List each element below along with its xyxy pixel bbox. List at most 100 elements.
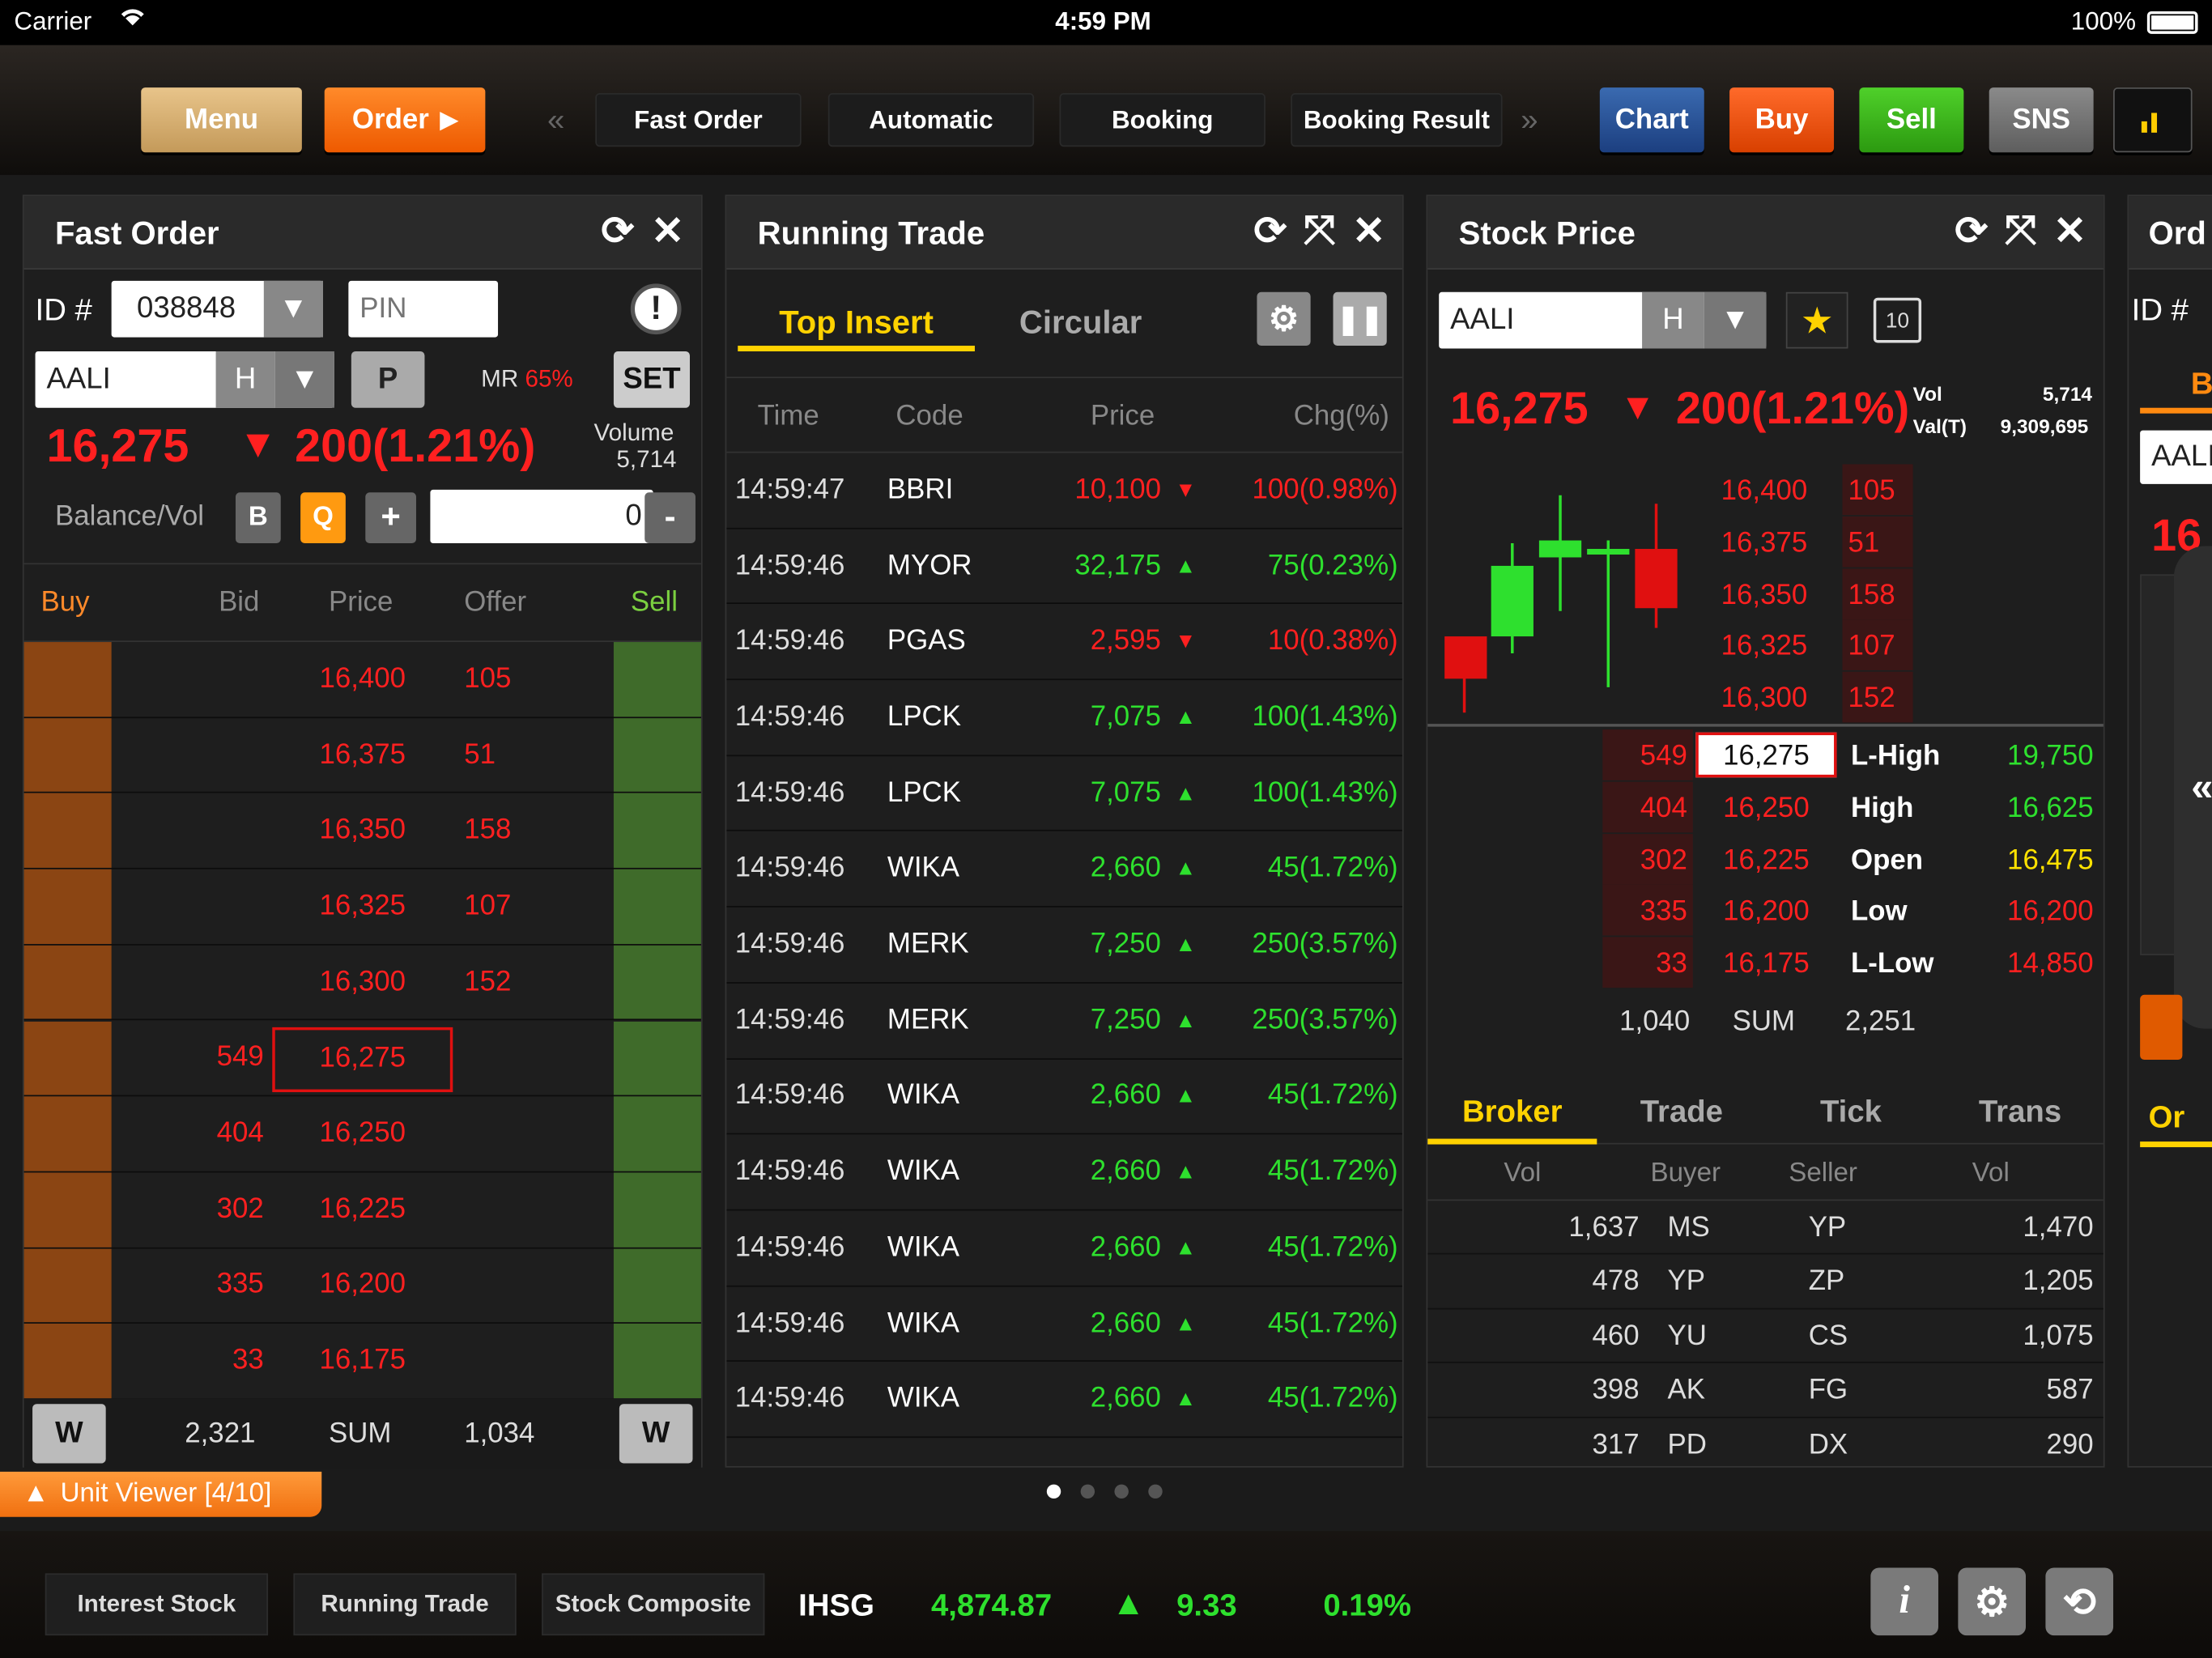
- depth-badge-icon[interactable]: 10: [1873, 297, 1922, 343]
- bid-row[interactable]: 404 16,250 High 16,625: [1427, 781, 2104, 833]
- pin-input[interactable]: [348, 280, 499, 338]
- settings-gear-icon[interactable]: ⚙: [1257, 291, 1311, 346]
- p-button[interactable]: P: [351, 351, 425, 408]
- buy-bar[interactable]: [23, 717, 112, 793]
- orderbook-row[interactable]: 302 16,225: [23, 1172, 701, 1248]
- tab-circular[interactable]: Circular: [989, 295, 1172, 351]
- buy-bar[interactable]: [23, 945, 112, 1020]
- bid-price[interactable]: 16,175: [1695, 949, 1836, 981]
- offer-price[interactable]: 16,350: [1721, 580, 1808, 612]
- trade-code[interactable]: MERK: [887, 908, 1000, 982]
- tab-top-insert[interactable]: Top Insert: [738, 295, 975, 352]
- tab-trade[interactable]: Trade: [1597, 1085, 1766, 1144]
- trade-code[interactable]: WIKA: [887, 1363, 1000, 1437]
- trade-code[interactable]: WIKA: [887, 1135, 1000, 1209]
- offer-row[interactable]: 16,300 152: [1710, 671, 2105, 724]
- account-id-select[interactable]: 038848 ▼: [111, 280, 323, 338]
- offer-row[interactable]: 16,325 107: [1710, 619, 2105, 672]
- stock-price-code-input[interactable]: AALI H ▼: [1439, 291, 1767, 349]
- trade-row[interactable]: 14:59:47 BBRI 10,100 ▼ 100(0.98%): [726, 453, 1402, 529]
- trade-row[interactable]: 14:59:46 LPCK 7,075 ▲ 100(1.43%): [726, 756, 1402, 832]
- logout-icon[interactable]: ⟲: [2045, 1567, 2114, 1636]
- sell-bar[interactable]: [613, 1324, 701, 1399]
- tab-tick[interactable]: Tick: [1766, 1085, 1935, 1144]
- order-button[interactable]: Order ▶: [324, 87, 486, 153]
- orderbook-row[interactable]: 33 16,175: [23, 1324, 701, 1401]
- nav-tab-fast-order[interactable]: Fast Order: [595, 93, 802, 147]
- broker-buyer[interactable]: YP: [1667, 1266, 1704, 1299]
- trade-row[interactable]: 14:59:46 PGAS 2,595 ▼ 10(0.38%): [726, 605, 1402, 681]
- trade-row[interactable]: 14:59:46 WIKA 2,660 ▲ 45(1.72%): [726, 1210, 1402, 1287]
- bid-price[interactable]: 16,200: [1695, 896, 1836, 929]
- broker-seller[interactable]: YP: [1809, 1212, 1846, 1244]
- quantity-input[interactable]: 0: [430, 489, 653, 544]
- trade-row[interactable]: 14:59:46 MYOR 32,175 ▲ 75(0.23%): [726, 529, 1402, 605]
- nav-tab-booking-result[interactable]: Booking Result: [1291, 93, 1503, 147]
- broker-seller[interactable]: ZP: [1809, 1266, 1845, 1299]
- broker-row[interactable]: 317 PD DX 290: [1427, 1418, 2104, 1469]
- broker-buyer[interactable]: AK: [1667, 1375, 1704, 1407]
- nav-tab-booking[interactable]: Booking: [1059, 93, 1266, 147]
- broker-buyer[interactable]: YU: [1667, 1320, 1706, 1353]
- refresh-icon[interactable]: ⟳: [1955, 207, 1988, 254]
- order-panel-code[interactable]: AALI: [2140, 430, 2212, 484]
- alert-icon[interactable]: !: [630, 283, 682, 335]
- broker-row[interactable]: 1,637 MS YP 1,470: [1427, 1201, 2104, 1256]
- trade-row[interactable]: 14:59:46 WIKA 2,660 ▲ 45(1.72%): [726, 1363, 1402, 1439]
- trade-row[interactable]: 14:59:46 MERK 7,250 ▲ 250(3.57%): [726, 908, 1402, 984]
- sell-bar[interactable]: [613, 1172, 701, 1248]
- trade-code[interactable]: PGAS: [887, 605, 1000, 679]
- trade-code[interactable]: WIKA: [887, 1286, 1000, 1361]
- offer-row[interactable]: 16,375 51: [1710, 516, 2105, 568]
- order-panel-bottom-tab[interactable]: Or: [2140, 1090, 2212, 1148]
- refresh-icon[interactable]: ⟳: [1253, 207, 1287, 254]
- page-dot[interactable]: [1148, 1484, 1163, 1499]
- close-icon[interactable]: ✕: [1352, 207, 1385, 254]
- broker-row[interactable]: 478 YP ZP 1,205: [1427, 1255, 2104, 1310]
- sell-bar[interactable]: [613, 945, 701, 1020]
- chevron-down-icon[interactable]: ▼: [263, 280, 323, 338]
- orderbook-row[interactable]: 16,300 152: [23, 945, 701, 1022]
- orderbook-row[interactable]: 404 16,250: [23, 1096, 701, 1173]
- trade-code[interactable]: WIKA: [887, 1210, 1000, 1285]
- page-dot[interactable]: [1080, 1484, 1095, 1499]
- bottom-tab-running-trade[interactable]: Running Trade: [293, 1573, 517, 1636]
- sell-bar[interactable]: [613, 1248, 701, 1323]
- buy-bar[interactable]: [23, 642, 112, 716]
- bid-row[interactable]: 549 16,275 L-High 19,750: [1427, 729, 2104, 781]
- bottom-tab-stock-composite[interactable]: Stock Composite: [542, 1573, 765, 1636]
- collapse-left-icon[interactable]: «: [2173, 546, 2212, 1029]
- broker-buyer[interactable]: MS: [1667, 1212, 1709, 1244]
- menu-button[interactable]: Menu: [141, 87, 302, 153]
- trade-code[interactable]: LPCK: [887, 756, 1000, 831]
- trade-code[interactable]: WIKA: [887, 1059, 1000, 1133]
- trade-row[interactable]: 14:59:46 LPCK 7,075 ▲ 100(1.43%): [726, 680, 1402, 756]
- offer-price[interactable]: 16,375: [1721, 528, 1808, 560]
- star-icon[interactable]: ★: [1785, 291, 1848, 349]
- offer-price[interactable]: 16,325: [1721, 631, 1808, 664]
- sell-bar[interactable]: [613, 793, 701, 869]
- offer-row[interactable]: 16,350 158: [1710, 568, 2105, 620]
- w-button-buy[interactable]: W: [32, 1404, 106, 1464]
- price-cell[interactable]: 16,300: [272, 945, 453, 1019]
- broker-row[interactable]: 460 YU CS 1,075: [1427, 1309, 2104, 1364]
- trade-code[interactable]: BBRI: [887, 453, 1000, 527]
- candlestick-chart[interactable]: [1433, 470, 1709, 721]
- sell-bar[interactable]: [613, 642, 701, 716]
- trade-row[interactable]: 14:59:46 MERK 7,250 ▲ 250(3.57%): [726, 984, 1402, 1060]
- buy-bar[interactable]: [23, 1172, 112, 1248]
- price-cell[interactable]: 16,325: [272, 869, 453, 944]
- offer-price[interactable]: 16,400: [1721, 475, 1808, 508]
- orderbook-row[interactable]: 16,350 158: [23, 793, 701, 869]
- page-dot[interactable]: [1114, 1484, 1129, 1499]
- bid-row[interactable]: 335 16,200 Low 16,200: [1427, 885, 2104, 937]
- info-icon[interactable]: i: [1870, 1567, 1938, 1636]
- price-cell[interactable]: 16,400: [272, 642, 453, 716]
- sell-button[interactable]: Sell: [1859, 87, 1964, 153]
- bid-price[interactable]: 16,250: [1695, 793, 1836, 825]
- bid-row[interactable]: 33 16,175 L-Low 14,850: [1427, 937, 2104, 989]
- price-cell[interactable]: 16,350: [272, 793, 453, 868]
- plus-button[interactable]: +: [365, 492, 416, 544]
- broker-seller[interactable]: CS: [1809, 1320, 1848, 1353]
- sell-bar[interactable]: [613, 1096, 701, 1171]
